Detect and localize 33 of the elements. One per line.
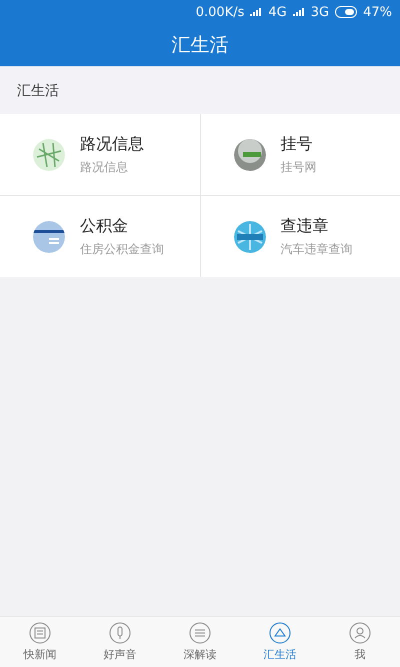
person-icon bbox=[349, 622, 371, 644]
tab[interactable]: 深解读 bbox=[160, 617, 240, 667]
service-subtitle: 路况信息 bbox=[80, 158, 129, 176]
network-type: 3G bbox=[310, 4, 330, 20]
service-subtitle: 挂号网 bbox=[280, 158, 316, 176]
newspaper-icon bbox=[29, 622, 51, 644]
list-icon bbox=[189, 622, 211, 644]
header-title: 汇生活 bbox=[172, 33, 228, 58]
service-title: 路况信息 bbox=[80, 134, 144, 154]
service-title: 查违章 bbox=[280, 216, 330, 236]
tab[interactable]: 我 bbox=[320, 617, 400, 667]
map-icon bbox=[33, 138, 65, 170]
tab[interactable]: 快新闻 bbox=[0, 617, 80, 667]
signal-icon bbox=[250, 7, 262, 17]
network-speed: 0.00K/s bbox=[196, 4, 244, 20]
service-item[interactable]: 公积金 住房公积金查询 bbox=[0, 196, 200, 277]
service-title: 公积金 bbox=[80, 216, 129, 236]
service-item[interactable]: 挂号 挂号网 bbox=[200, 114, 400, 195]
signal-icon bbox=[292, 7, 305, 17]
service-title: 挂号 bbox=[280, 134, 314, 154]
service-subtitle: 汽车违章查询 bbox=[280, 240, 352, 258]
microphone-icon bbox=[109, 622, 131, 644]
service-item[interactable]: 路况信息 路况信息 bbox=[0, 114, 200, 195]
service-item[interactable]: 查违章 汽车违章查询 bbox=[200, 196, 400, 277]
snowflake-icon bbox=[234, 220, 266, 252]
battery-level: 47% bbox=[363, 4, 392, 20]
network-type: 4G bbox=[268, 4, 287, 20]
tab[interactable]: 汇生活 bbox=[240, 617, 320, 667]
card-icon bbox=[33, 220, 65, 252]
section-title: 汇生活 bbox=[17, 82, 59, 100]
tab[interactable]: 好声音 bbox=[80, 617, 160, 667]
battery-icon bbox=[335, 6, 358, 18]
service-subtitle: 住房公积金查询 bbox=[80, 240, 164, 258]
